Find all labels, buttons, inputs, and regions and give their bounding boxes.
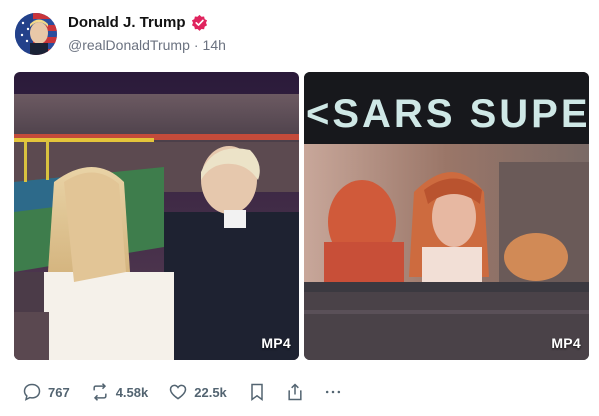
repost-icon <box>93 383 107 401</box>
reply-button[interactable]: 767 <box>22 382 70 402</box>
avatar-image <box>15 13 57 55</box>
action-bar: 767 4.58k 22.5k <box>22 381 361 403</box>
reply-count: 767 <box>48 384 70 400</box>
meta-separator: · <box>193 37 199 53</box>
post-card: Donald J. Trump @realDonaldTrump · 14h M… <box>0 0 599 416</box>
author-handle[interactable]: @realDonaldTrump <box>68 37 190 53</box>
media-video-2[interactable]: <SARS SUPER MP4 <box>304 72 589 360</box>
avatar[interactable] <box>15 13 57 55</box>
like-button[interactable]: 22.5k <box>168 382 227 402</box>
like-count: 22.5k <box>194 384 227 400</box>
author-meta: @realDonaldTrump · 14h <box>68 37 226 53</box>
share-button[interactable] <box>285 382 305 402</box>
bookmark-icon <box>251 383 263 401</box>
heart-icon <box>169 384 187 400</box>
comment-icon <box>23 383 41 401</box>
media-type-badge: MP4 <box>261 335 291 351</box>
author-row: Donald J. Trump <box>68 14 208 31</box>
stadium-scene-image <box>14 72 299 360</box>
repost-count: 4.58k <box>115 384 149 400</box>
post-time[interactable]: 14h <box>203 37 226 53</box>
media-type-badge: MP4 <box>551 335 581 351</box>
repost-button[interactable]: 4.58k <box>90 382 149 402</box>
verified-badge-icon <box>191 14 208 31</box>
share-icon <box>288 383 302 401</box>
more-icon <box>325 390 340 394</box>
author-name[interactable]: Donald J. Trump <box>68 14 186 31</box>
media-video-1[interactable]: MP4 <box>14 72 299 360</box>
jumbotron-scene-image: <SARS SUPER <box>304 72 589 360</box>
jumbotron-text: <SARS SUPER <box>306 92 589 136</box>
bookmark-button[interactable] <box>247 382 267 402</box>
more-button[interactable] <box>323 382 343 402</box>
